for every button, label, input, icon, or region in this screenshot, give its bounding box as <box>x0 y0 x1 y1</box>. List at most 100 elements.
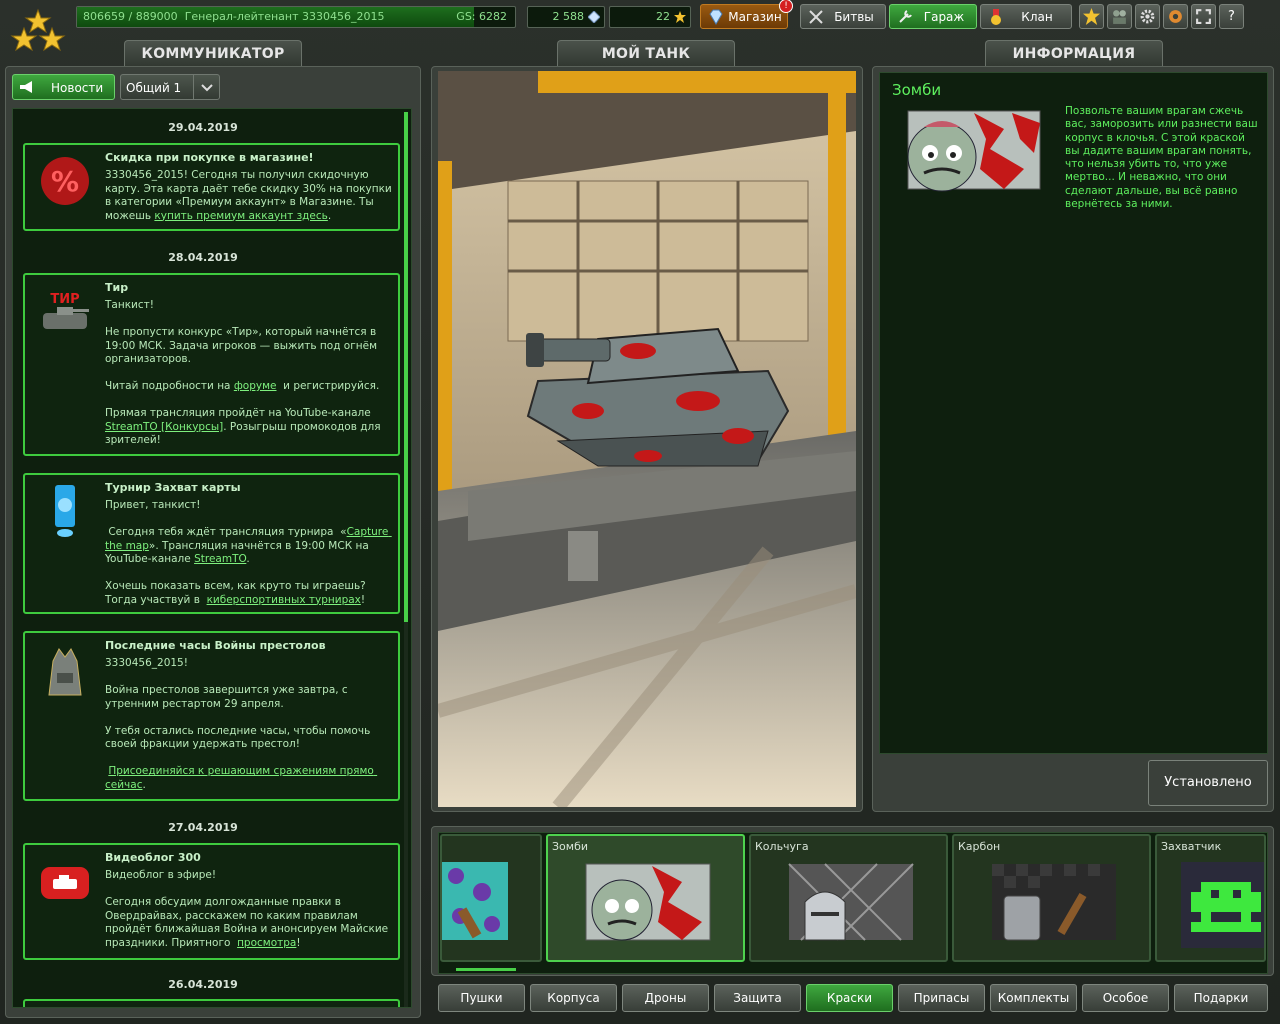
information-title: ИНФОРМАЦИЯ <box>985 40 1163 68</box>
zombie-paint-icon <box>585 863 711 941</box>
discount-percent-icon: % <box>41 157 89 205</box>
category-kits-button[interactable]: Комплекты <box>990 984 1077 1012</box>
news-date: 29.04.2019 <box>168 121 238 134</box>
rank-stars-icon <box>10 8 66 52</box>
news-date: 28.04.2019 <box>168 251 238 264</box>
garage-item[interactable] <box>440 834 542 962</box>
settings-button[interactable] <box>1135 4 1160 29</box>
news-card-title: Последние часы Войны престолов <box>105 639 326 652</box>
news-button[interactable]: Новости <box>12 74 115 100</box>
chevron-down-icon <box>193 75 219 99</box>
news-card-title: Турнир Захват карты <box>105 481 241 494</box>
svg-text:ТИР: ТИР <box>50 292 79 307</box>
crystals-counter[interactable]: 2 588 <box>527 6 605 28</box>
news-date: 26.04.2019 <box>168 978 238 991</box>
gear-icon <box>1140 9 1155 24</box>
rank-name: Генерал-лейтенант 3330456_2015 <box>184 10 385 23</box>
news-card-title: Скидка при покупке в магазине! <box>105 151 314 164</box>
category-gifts-button[interactable]: Подарки <box>1174 984 1268 1012</box>
news-card[interactable]: % Скидка при покупке в магазине! 3330456… <box>23 143 400 231</box>
achievements-star-button[interactable] <box>1079 4 1104 29</box>
category-supplies-button[interactable]: Припасы <box>898 984 985 1012</box>
chainmail-paint-icon <box>788 863 914 941</box>
news-link[interactable]: Присоединяйся к решающим сражениям прямо… <box>105 765 377 791</box>
diamond-icon <box>709 9 723 25</box>
garage-button[interactable]: Гараж <box>889 4 977 29</box>
news-date: 27.04.2019 <box>168 821 238 834</box>
news-card[interactable]: ТИР Тир Танкист! Не пропусти конкурс «Ти… <box>23 273 400 456</box>
category-hulls-button[interactable]: Корпуса <box>530 984 617 1012</box>
garage-item-carbon[interactable]: Карбон <box>952 834 1151 962</box>
garage-item-zombie[interactable]: Зомби <box>546 834 745 962</box>
news-scrollbar-thumb[interactable] <box>404 112 408 622</box>
help-icon: ? <box>1228 9 1235 24</box>
star-icon <box>674 11 686 23</box>
crossed-swords-icon <box>809 10 823 24</box>
clan-button[interactable]: Клан <box>980 4 1072 29</box>
fullscreen-button[interactable] <box>1191 4 1216 29</box>
garage-item-invader[interactable]: Захватчик <box>1155 834 1266 962</box>
news-link[interactable]: купить премиум аккаунт здесь <box>154 210 327 222</box>
invader-paint-icon <box>1181 862 1264 948</box>
stars-counter[interactable]: 22 <box>609 6 691 28</box>
sound-button[interactable] <box>1163 4 1188 29</box>
wrench-icon <box>899 10 912 23</box>
news-list[interactable]: 29.04.2019 % Скидка при покупке в магази… <box>12 108 412 1008</box>
category-special-button[interactable]: Особое <box>1082 984 1169 1012</box>
category-paints-button[interactable]: Краски <box>806 984 893 1012</box>
communicator-title: КОММУНИКАТОР <box>124 40 302 68</box>
news-link[interactable]: просмотра <box>237 937 296 949</box>
news-card-body: Привет, танкист! Сегодня тебя ждёт транс… <box>105 499 392 606</box>
clan-medal-icon <box>991 9 1001 25</box>
sound-icon <box>1169 10 1182 23</box>
friends-button[interactable] <box>1107 4 1132 29</box>
category-protection-button[interactable]: Защита <box>714 984 801 1012</box>
news-link[interactable]: киберспортивных турнирах <box>207 594 361 606</box>
news-link[interactable]: StreamTO <box>194 553 246 565</box>
soldiers-icon <box>1113 10 1126 24</box>
channel-select[interactable]: Общий 1 <box>120 74 220 100</box>
battles-button[interactable]: Битвы <box>800 4 886 29</box>
youtube-tank-icon <box>41 867 89 899</box>
category-guns-button[interactable]: Пушки <box>438 984 525 1012</box>
iron-throne-icon <box>48 648 82 696</box>
news-card[interactable]: Последние часы Войны престолов 3330456_2… <box>23 631 400 801</box>
fullscreen-icon <box>1196 9 1211 24</box>
svg-text:%: % <box>51 165 79 198</box>
news-link[interactable]: форуме <box>234 380 277 392</box>
news-card-body: Танкист! Не пропусти конкурс «Тир», кото… <box>105 299 384 446</box>
star-icon <box>1083 8 1100 25</box>
help-button[interactable]: ? <box>1219 4 1244 29</box>
tournament-banner-icon <box>55 485 75 537</box>
news-card[interactable]: Турнир Захват карты Привет, танкист! Сег… <box>23 473 400 614</box>
item-name: Зомби <box>892 81 942 99</box>
shop-button[interactable]: Магазин ! <box>700 0 793 29</box>
installed-button[interactable]: Установлено <box>1148 760 1268 806</box>
news-link[interactable]: StreamTO [Конкурсы] <box>105 421 223 433</box>
news-card-body: Видеоблог в эфире! Сегодня обсудим долго… <box>105 869 389 949</box>
items-scrollbar-thumb[interactable] <box>456 968 516 971</box>
news-card-title: Тир <box>105 281 129 294</box>
item-description: Позвольте вашим врагам сжечь вас, заморо… <box>1065 105 1258 211</box>
carbon-paint-icon <box>992 864 1116 941</box>
category-drones-button[interactable]: Дроны <box>622 984 709 1012</box>
xp-progress-bar: 806659 / 889000 Генерал-лейтенант 333045… <box>76 6 516 28</box>
zombie-paint-icon <box>907 110 1041 192</box>
item-info-box: Зомби Позвольте вашим врагам сжечь вас, … <box>879 72 1268 754</box>
shop-notification-badge: ! <box>779 0 793 13</box>
news-card[interactable] <box>23 999 400 1007</box>
my-tank-title: МОЙ ТАНК <box>557 40 735 68</box>
news-card-body: 3330456_2015! Сегодня ты получил скидочн… <box>105 169 396 222</box>
news-card[interactable]: Видеоблог 300 Видеоблог в эфире! Сегодня… <box>23 843 400 960</box>
news-card-title: Видеоблог 300 <box>105 851 201 864</box>
shooting-range-tank-icon: ТИР <box>43 292 89 329</box>
gear-score: GS: 6282 <box>456 10 507 23</box>
tank-garage-scene[interactable] <box>438 71 856 807</box>
megaphone-icon <box>20 81 32 93</box>
news-card-body: 3330456_2015! Война престолов завершится… <box>105 657 378 791</box>
paint-brush-icon <box>442 862 508 940</box>
xp-text: 806659 / 889000 Генерал-лейтенант 333045… <box>83 10 385 23</box>
crystal-icon <box>588 11 600 23</box>
game-window: 806659 / 889000 Генерал-лейтенант 333045… <box>0 0 1280 1024</box>
garage-item-chainmail[interactable]: Кольчуга <box>749 834 948 962</box>
